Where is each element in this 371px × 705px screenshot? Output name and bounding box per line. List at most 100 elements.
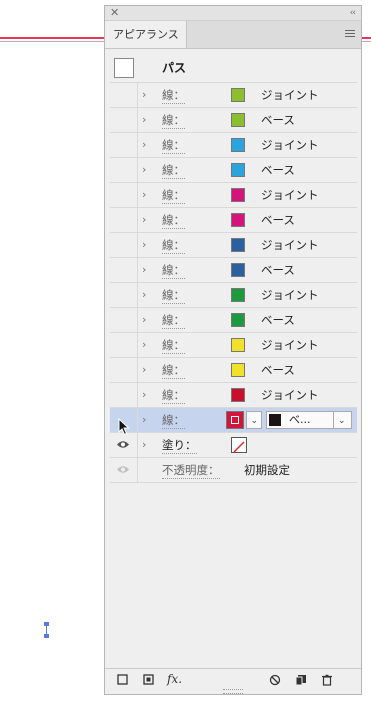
stroke-color-swatch[interactable] [231,188,245,202]
stroke-row[interactable]: › 線： ジョイント [110,133,357,158]
stroke-label[interactable]: 線： [162,112,185,129]
stroke-color-swatch[interactable] [231,313,245,327]
expand-chevron-icon[interactable]: › [142,408,146,432]
expand-chevron-icon[interactable]: › [142,333,146,357]
fill-label[interactable]: 塗り： [162,437,197,454]
visibility-column[interactable] [110,433,138,457]
eye-icon[interactable] [116,465,130,474]
stroke-label[interactable]: 線： [162,387,185,404]
stroke-label[interactable]: 線： [162,312,185,329]
visibility-column[interactable] [110,133,138,157]
fill-row[interactable]: › 塗り： [110,433,357,458]
visibility-column[interactable] [110,158,138,182]
stroke-label[interactable]: 線： [162,87,185,104]
stroke-color-swatch[interactable] [231,363,245,377]
expand-chevron-icon[interactable]: › [142,183,146,207]
clear-appearance-icon[interactable] [269,674,281,689]
visibility-column[interactable] [110,383,138,407]
stroke-label[interactable]: 線： [162,287,185,304]
expand-chevron-icon[interactable]: › [142,308,146,332]
stroke-color-swatch[interactable] [231,213,245,227]
stroke-color-dropdown[interactable]: ⌄ [246,411,262,429]
close-icon[interactable]: ✕ [110,6,119,20]
expand-chevron-icon[interactable]: › [142,383,146,407]
stroke-row[interactable]: › 線： ジョイント [110,283,357,308]
stroke-row[interactable]: › 線： ジョイント [110,333,357,358]
visibility-column[interactable] [110,208,138,232]
panel-menu-icon[interactable] [345,30,355,38]
stroke-row[interactable]: › 線： ベース [110,258,357,283]
trash-icon[interactable] [321,674,333,689]
fill-none-swatch[interactable] [231,437,247,453]
stroke-row[interactable]: › 線： ジョイント [110,183,357,208]
duplicate-item-icon[interactable] [295,674,307,689]
stroke-row[interactable]: › 線： ジョイント [110,83,357,108]
stroke-value: ジョイント [261,388,319,402]
expand-chevron-icon[interactable]: › [142,258,146,282]
stroke-color-swatch[interactable] [231,338,245,352]
add-stroke-icon[interactable] [143,674,154,688]
stroke-label[interactable]: 線： [162,337,185,354]
visibility-column[interactable] [110,258,138,282]
visibility-column[interactable] [110,333,138,357]
resize-grip[interactable] [223,689,243,694]
stroke-label[interactable]: 線： [162,262,185,279]
stroke-label[interactable]: 線： [162,412,185,429]
expand-chevron-icon[interactable]: › [142,233,146,257]
stroke-row[interactable]: › 線： ベース [110,358,357,383]
stroke-row[interactable]: › 線： ベース [110,158,357,183]
expand-chevron-icon[interactable]: › [142,433,146,457]
opacity-label[interactable]: 不透明度： [162,462,220,479]
stroke-color-swatch[interactable] [231,263,245,277]
eye-icon[interactable] [116,440,130,449]
stroke-color-swatch[interactable] [231,138,245,152]
stroke-color-swatch[interactable] [231,388,245,402]
expand-chevron-icon[interactable]: › [142,158,146,182]
stroke-label[interactable]: 線： [162,162,185,179]
stroke-weight-select[interactable]: べ... ⌄ [266,411,352,429]
stroke-value: ベース [261,313,295,327]
stroke-row[interactable]: › 線： ベース [110,308,357,333]
stroke-color-swatch[interactable] [231,238,245,252]
visibility-column[interactable] [110,458,138,482]
visibility-column[interactable] [110,183,138,207]
stroke-label[interactable]: 線： [162,362,185,379]
visibility-column[interactable] [110,358,138,382]
visibility-column[interactable] [110,233,138,257]
panel-titlebar[interactable]: ✕ ‹‹ [105,6,361,21]
selected-stroke-row[interactable]: › 線： ⌄ べ... ⌄ [110,408,357,433]
expand-chevron-icon[interactable]: › [142,208,146,232]
divider [333,412,334,428]
visibility-column[interactable] [110,83,138,107]
expand-chevron-icon[interactable]: › [142,358,146,382]
stroke-color-swatch[interactable] [231,113,245,127]
stroke-weight-value: べ... [289,413,311,426]
stroke-color-button[interactable] [226,411,244,429]
stroke-row[interactable]: › 線： ジョイント [110,233,357,258]
opacity-row[interactable]: 不透明度： 初期設定 [110,458,357,483]
stroke-label[interactable]: 線： [162,212,185,229]
visibility-column[interactable] [110,283,138,307]
stroke-color-swatch[interactable] [231,288,245,302]
stroke-row[interactable]: › 線： ジョイント [110,383,357,408]
new-art-basic-icon[interactable] [117,674,128,688]
tab-appearance[interactable]: アピアランス [105,21,187,48]
stroke-label[interactable]: 線： [162,187,185,204]
expand-chevron-icon[interactable]: › [142,133,146,157]
stroke-value: ジョイント [261,138,319,152]
stroke-color-swatch[interactable] [231,88,245,102]
stroke-label[interactable]: 線： [162,237,185,254]
stroke-value: ジョイント [261,288,319,302]
effects-icon[interactable]: fx. [167,672,182,686]
visibility-column[interactable] [110,108,138,132]
stroke-label[interactable]: 線： [162,137,185,154]
stroke-row[interactable]: › 線： ベース [110,108,357,133]
stroke-row[interactable]: › 線： ベース [110,208,357,233]
expand-chevron-icon[interactable]: › [142,283,146,307]
stroke-color-swatch[interactable] [231,163,245,177]
expand-chevron-icon[interactable]: › [142,83,146,107]
panel-tabbar: アピアランス [105,21,361,49]
collapse-icon[interactable]: ‹‹ [350,6,356,20]
visibility-column[interactable] [110,308,138,332]
expand-chevron-icon[interactable]: › [142,108,146,132]
